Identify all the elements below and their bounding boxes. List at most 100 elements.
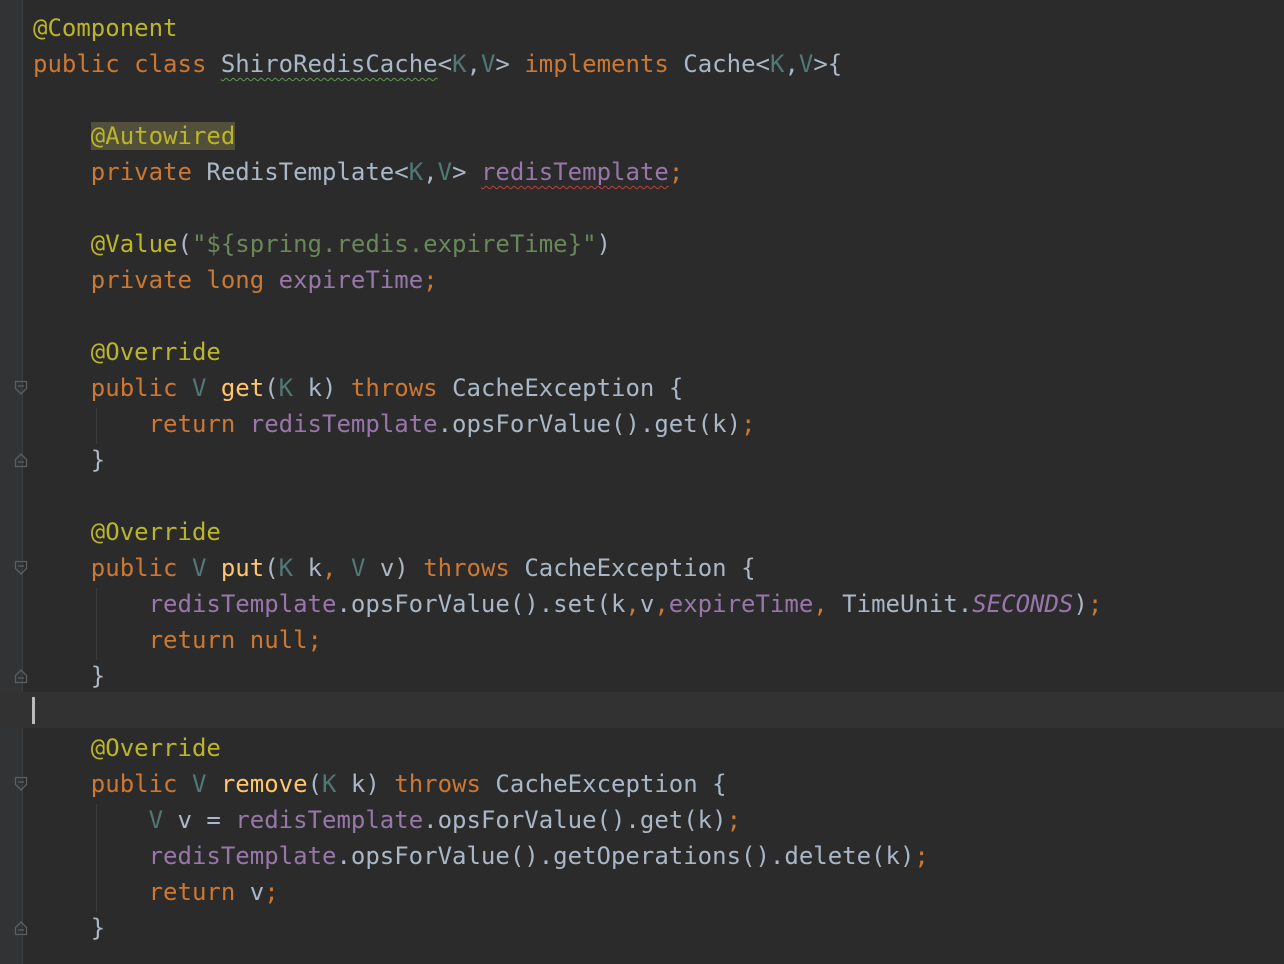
code-token: .opsForValue().get(k) [423,806,727,834]
code-token: null [249,626,308,654]
code-line[interactable]: public V get(K k) throws CacheException … [33,370,683,406]
fold-end-icon[interactable] [14,668,28,684]
code-token: ; [914,842,929,870]
code-line[interactable]: @Autowired [33,118,236,154]
code-token: put [220,554,265,582]
code-token: .opsForValue().get(k) [437,410,742,438]
code-line[interactable]: V v = redisTemplate.opsForValue().get(k)… [33,802,741,838]
code-token: .opsForValue().set(k [336,590,626,618]
code-token: V [480,50,496,78]
code-token: v = [163,806,236,834]
code-token: v [235,878,265,906]
code-line[interactable]: } [33,658,105,694]
fold-start-icon[interactable] [14,776,28,792]
code-token: , [423,158,438,186]
code-token: return [148,626,236,654]
code-line[interactable]: return v; [33,874,279,910]
code-token: class [134,50,207,78]
code-token: CacheException { [480,770,727,798]
code-token: ) [1073,590,1088,618]
code-token: ; [668,158,684,186]
code-token: } [33,914,106,942]
code-token: public [90,374,178,402]
code-line[interactable]: redisTemplate.opsForValue().set(k,v,expi… [33,586,1103,622]
code-token: k) [336,770,395,798]
editor-gutter[interactable] [0,0,23,964]
code-line[interactable]: } [33,442,105,478]
code-token: get [220,374,265,402]
code-token: , [784,50,799,78]
code-line[interactable]: private RedisTemplate<K,V> redisTemplate… [33,154,683,190]
code-token: .opsForValue().getOperations().delete(k) [336,842,915,870]
code-line[interactable]: return null; [33,622,322,658]
code-token: @Value [90,230,178,258]
code-token: ; [1087,590,1103,618]
code-line[interactable]: return redisTemplate.opsForValue().get(k… [33,406,756,442]
code-token: k [293,554,323,582]
code-token: throws [350,374,438,402]
code-token: ( [177,230,192,258]
code-line[interactable]: @Value("${spring.redis.expireTime}") [33,226,611,262]
code-line[interactable]: @Override [33,730,221,766]
fold-start-icon[interactable] [14,560,28,576]
code-token: public [90,554,178,582]
code-token: v) [365,554,424,582]
code-token: @Override [90,518,221,546]
code-line[interactable]: private long expireTime; [33,262,438,298]
code-line[interactable]: @Component [33,10,178,46]
code-token: ; [264,878,279,906]
code-line[interactable]: public class ShiroRedisCache<K,V> implem… [33,46,842,82]
fold-end-icon[interactable] [14,920,28,936]
code-token: expireTime [668,590,814,618]
code-token: @Override [90,734,221,762]
fold-start-icon[interactable] [14,380,28,396]
code-token: V [148,806,164,834]
code-token: ( [307,770,323,798]
code-token: Cache< [668,50,770,78]
code-token: V [191,374,207,402]
code-token: V [798,50,814,78]
code-editor[interactable]: @Component public class ShiroRedisCache<K… [0,0,1284,964]
code-token: redisTemplate [235,806,424,834]
code-token: < [437,50,453,78]
code-line[interactable]: } [33,910,105,946]
code-line[interactable]: @Override [33,514,221,550]
code-token: return [148,878,236,906]
code-token: K [322,770,337,798]
code-line[interactable]: @Override [33,334,221,370]
code-token: remove [220,770,308,798]
code-line[interactable]: public V put(K k, V v) throws CacheExcep… [33,550,756,586]
code-line[interactable]: public V remove(K k) throws CacheExcepti… [33,766,727,802]
code-token: CacheException { [437,374,684,402]
code-token: > [495,50,525,78]
code-token: , [466,50,481,78]
code-token: CacheException { [509,554,756,582]
fold-end-icon[interactable] [14,452,28,468]
code-token: V [191,554,207,582]
code-line[interactable]: redisTemplate.opsForValue().getOperation… [33,838,929,874]
code-token: V [350,554,366,582]
code-token: long [206,266,265,294]
code-token: throws [394,770,481,798]
code-token: throws [423,554,510,582]
